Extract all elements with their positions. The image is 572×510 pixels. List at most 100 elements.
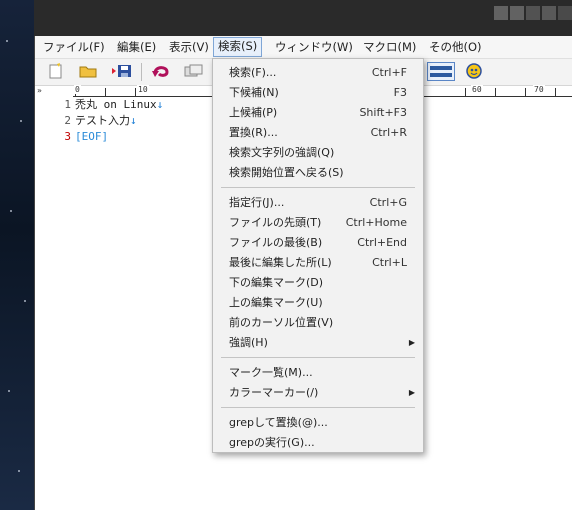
open-folder-icon[interactable] [79,63,97,79]
menu-item-prev-cursor-pos[interactable]: 前のカーソル位置(V) [213,313,423,333]
menu-search[interactable]: 検索(S) [213,37,263,57]
star [6,40,8,42]
line-text[interactable]: テスト入力 [75,114,130,127]
menu-item-color-marker[interactable]: カラーマーカー(/) ▶ [213,383,423,403]
menu-item-label: 指定行(J)... [229,196,285,209]
menu-item-label: grepの実行(G)... [229,436,315,449]
menu-bar: ファイル(F) 編集(E) 表示(V) 検索(S) ウィンドウ(W) マクロ(M… [35,36,572,59]
editor-line: 2 テスト入力↓ [35,113,137,129]
menu-item-label: 下候補(N) [229,86,279,99]
menu-item-shortcut: Ctrl+F [371,66,407,79]
submenu-arrow-icon: ▶ [408,388,415,397]
menu-item-find-prev[interactable]: 上候補(P) Shift+F3 [213,103,423,123]
menu-item-label: ファイルの先頭(T) [229,216,322,229]
eol-mark: ↓ [130,114,137,127]
ruler-label: 60 [471,85,483,94]
menu-item-emphasis[interactable]: 強調(H) ▶ [213,333,423,353]
line-text[interactable]: 禿丸 on Linux [75,98,157,111]
menu-item-label: 上の編集マーク(U) [229,296,323,309]
copy-icon[interactable] [183,63,205,79]
ruler-label: 70 [533,85,545,94]
menu-window[interactable]: ウィンドウ(W) [271,39,357,56]
menu-item-label: カラーマーカー(/) [229,386,319,399]
new-file-icon[interactable] [47,63,65,79]
help-icon[interactable] [465,63,483,79]
eol-mark: ↓ [156,98,164,111]
star [18,470,20,472]
menu-item-grep-run[interactable]: grepの実行(G)... [213,433,423,453]
ruler-tick [105,88,106,96]
blurred-title-region [510,6,524,20]
menu-item-label: 下の編集マーク(D) [229,276,324,289]
menu-item-label: マーク一覧(M)... [229,366,313,379]
menu-item-highlight-search[interactable]: 検索文字列の強調(Q) [213,143,423,163]
line-number: 2 [64,114,71,127]
desktop-background [0,0,36,510]
menu-item-return-search-start[interactable]: 検索開始位置へ戻る(S) [213,163,423,183]
menu-item-grep-replace[interactable]: grepして置換(@)... [213,413,423,433]
ruler-tick [495,88,496,96]
menu-item-label: 置換(R)... [229,126,278,139]
blurred-title-region [542,6,556,20]
menu-item-shortcut: F3 [393,86,407,99]
undo-icon[interactable] [151,63,171,79]
menu-item-label: 前のカーソル位置(V) [229,316,334,329]
menu-item-shortcut: Ctrl+L [372,256,407,269]
blurred-title-region [526,6,540,20]
menu-item-file-start[interactable]: ファイルの先頭(T) Ctrl+Home [213,213,423,233]
menu-item-find-next[interactable]: 下候補(N) F3 [213,83,423,103]
menu-item-label: ファイルの最後(B) [229,236,323,249]
menu-file[interactable]: ファイル(F) [39,39,109,56]
line-number: 3 [64,130,71,143]
menu-item-label: 最後に編集した所(L) [229,256,332,269]
menu-item-label: 検索(F)... [229,66,277,79]
menu-item-last-edit[interactable]: 最後に編集した所(L) Ctrl+L [213,253,423,273]
blurred-title-region [558,6,572,20]
menu-item-shortcut: Ctrl+End [357,236,407,249]
menu-separator [221,407,415,408]
gutter-mark: » [37,86,42,95]
menu-macro[interactable]: マクロ(M) [359,39,420,56]
menu-separator [221,357,415,358]
star [8,390,10,392]
ruler-tick [135,88,136,96]
menu-other[interactable]: その他(O) [425,39,486,56]
save-icon[interactable] [111,63,133,79]
blurred-title-region [494,6,508,20]
menu-item-label: 強調(H) [229,336,268,349]
menu-item-next-edit-mark[interactable]: 下の編集マーク(D) [213,273,423,293]
editor-line: 3 [EOF] [35,129,108,145]
editor-line: 1 禿丸 on Linux↓ [35,97,163,113]
ruler-tick [525,88,526,96]
line-number: 1 [64,98,71,111]
menu-item-shortcut: Ctrl+G [369,196,407,209]
menu-view[interactable]: 表示(V) [165,39,213,56]
menu-edit[interactable]: 編集(E) [113,39,160,56]
star [24,300,26,302]
menu-item-label: 検索文字列の強調(Q) [229,146,335,159]
menu-item-find[interactable]: 検索(F)... Ctrl+F [213,63,423,83]
ruler-tick [465,88,466,96]
star [20,120,22,122]
window-split-icon[interactable] [427,62,455,81]
menu-item-label: 上候補(P) [229,106,278,119]
menu-item-label: grepして置換(@)... [229,416,328,429]
menu-item-replace[interactable]: 置換(R)... Ctrl+R [213,123,423,143]
menu-item-file-end[interactable]: ファイルの最後(B) Ctrl+End [213,233,423,253]
star [10,210,12,212]
menu-item-prev-edit-mark[interactable]: 上の編集マーク(U) [213,293,423,313]
toolbar-separator [141,63,142,81]
menu-item-shortcut: Ctrl+Home [345,216,407,229]
menu-item-shortcut: Ctrl+R [370,126,407,139]
ruler-label: 0 [74,85,81,94]
search-menu-dropdown: 検索(F)... Ctrl+F 下候補(N) F3 上候補(P) Shift+F3 置… [212,58,424,453]
menu-item-label: 検索開始位置へ戻る(S) [229,166,344,179]
eof-marker: [EOF] [75,130,109,143]
title-bar[interactable] [34,0,572,36]
menu-item-shortcut: Shift+F3 [359,106,407,119]
menu-item-mark-list[interactable]: マーク一覧(M)... [213,363,423,383]
ruler-label: 10 [137,85,149,94]
ruler-tick [555,88,556,96]
submenu-arrow-icon: ▶ [408,338,415,347]
menu-item-goto-line[interactable]: 指定行(J)... Ctrl+G [213,193,423,213]
